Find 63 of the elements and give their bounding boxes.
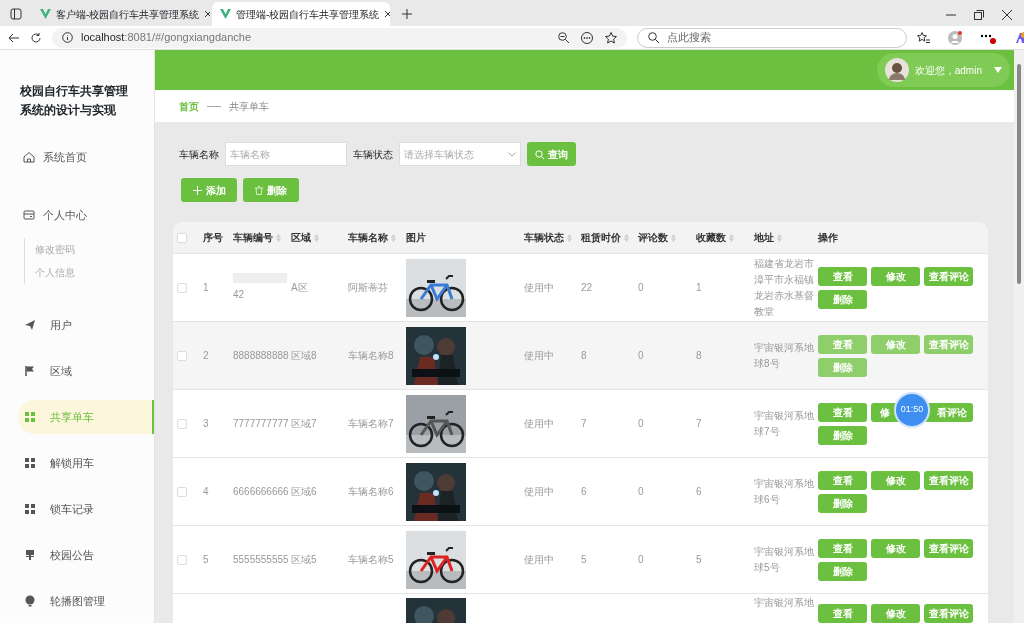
status-cell: 使用中 bbox=[524, 554, 554, 565]
vehicle-number-cell: 7777777777 bbox=[233, 418, 289, 429]
url-text: localhost:8081/#/gongxiangdanche bbox=[81, 30, 252, 46]
filter-label: 车辆名称 bbox=[179, 147, 219, 162]
column-header: 车辆编号 bbox=[233, 231, 273, 245]
column-header: 车辆名称 bbox=[348, 231, 388, 245]
comment-count-cell: 0 bbox=[638, 350, 644, 361]
column-header: 收藏数 bbox=[696, 231, 726, 245]
favorite-count-cell: 8 bbox=[696, 350, 702, 361]
area-cell: A区 bbox=[291, 282, 308, 293]
column-header: 地址 bbox=[754, 231, 774, 245]
status-cell: 使用中 bbox=[524, 350, 554, 361]
address-cell-text: 宇宙银河系地球8号 bbox=[754, 340, 814, 371]
vehicle-name-cell: 阿斯蒂芬 bbox=[348, 282, 388, 293]
favorite-count-cell: 6 bbox=[696, 486, 702, 497]
index-cell: 5 bbox=[203, 554, 209, 565]
index-cell: 3 bbox=[203, 418, 209, 429]
vehicle-number-cell: 42 bbox=[233, 289, 245, 300]
price-cell: 6 bbox=[581, 486, 587, 497]
vehicle-number-cell: 5555555555 bbox=[233, 554, 289, 565]
index-cell: 2 bbox=[203, 350, 209, 361]
address-cell-text: 福建省龙岩市漳平市永福镇龙岩赤水基督教堂 bbox=[754, 256, 814, 319]
area-cell: 区域8 bbox=[291, 350, 317, 361]
favorite-count-cell: 1 bbox=[696, 282, 702, 293]
comment-count-cell: 0 bbox=[638, 418, 644, 429]
area-cell: 区域5 bbox=[291, 554, 317, 565]
price-cell: 5 bbox=[581, 554, 587, 565]
vehicle-name-cell: 车辆名称7 bbox=[348, 418, 394, 429]
comment-count-cell: 0 bbox=[638, 282, 644, 293]
filter-label: 车辆状态 bbox=[353, 147, 393, 162]
vehicle-number-cell: 6666666666 bbox=[233, 486, 289, 497]
price-cell: 7 bbox=[581, 418, 587, 429]
comment-count-cell: 0 bbox=[638, 486, 644, 497]
favorite-count-cell: 7 bbox=[696, 418, 702, 429]
column-header: 评论数 bbox=[638, 231, 668, 245]
area-cell: 区域7 bbox=[291, 418, 317, 429]
status-cell: 使用中 bbox=[524, 282, 554, 293]
index-cell: 4 bbox=[203, 486, 209, 497]
column-header: 序号 bbox=[203, 231, 223, 245]
vehicle-name-cell: 车辆名称6 bbox=[348, 486, 394, 497]
index-cell: 1 bbox=[203, 282, 209, 293]
address-cell-text: 宇宙银河系地球6号 bbox=[754, 476, 814, 507]
column-header: 车辆状态 bbox=[524, 231, 564, 245]
price-cell: 22 bbox=[581, 282, 593, 293]
comment-count-cell: 0 bbox=[638, 554, 644, 565]
column-header: 区域 bbox=[291, 231, 311, 245]
favorite-count-cell: 5 bbox=[696, 554, 702, 565]
address-cell-text: 宇宙银河系地球5号 bbox=[754, 544, 814, 575]
price-cell: 8 bbox=[581, 350, 587, 361]
timer-toast: 01:50 bbox=[896, 394, 928, 426]
area-cell: 区域6 bbox=[291, 486, 317, 497]
vehicle-name-cell: 车辆名称8 bbox=[348, 350, 394, 361]
column-header: 操作 bbox=[818, 231, 838, 245]
address-cell-text: 宇宙银河系地球7号 bbox=[754, 408, 814, 439]
vehicle-number-cell: 8888888888 bbox=[233, 350, 289, 361]
app-title: 校园自行车共享管理系统的设计与实现 bbox=[19, 83, 129, 120]
breadcrumb-current: 共享单车 bbox=[229, 99, 269, 114]
status-cell: 使用中 bbox=[524, 418, 554, 429]
address-cell-text: 宇宙银河系地 bbox=[754, 596, 814, 610]
column-header: 租赁时价 bbox=[581, 231, 621, 245]
status-cell: 使用中 bbox=[524, 486, 554, 497]
vehicle-name-cell: 车辆名称5 bbox=[348, 554, 394, 565]
column-header: 图片 bbox=[406, 231, 426, 245]
